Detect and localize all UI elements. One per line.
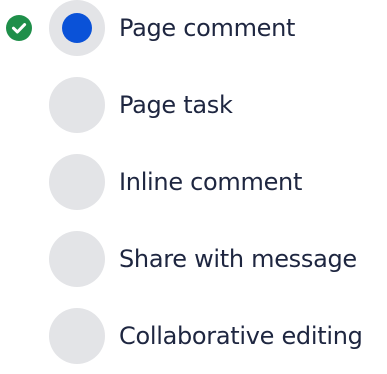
option-page-comment[interactable]: Page comment	[0, 0, 387, 66]
option-label: Collaborative editing	[119, 322, 363, 350]
notification-type-options: Page comment Page task Inline comment Sh…	[0, 0, 387, 364]
radio-button[interactable]	[49, 231, 105, 287]
option-label: Page task	[119, 91, 233, 119]
option-label: Share with message	[119, 245, 357, 273]
option-collaborative-editing[interactable]: Collaborative editing	[0, 298, 387, 374]
option-label: Page comment	[119, 14, 296, 42]
option-inline-comment[interactable]: Inline comment	[0, 144, 387, 220]
option-page-task[interactable]: Page task	[0, 67, 387, 143]
option-share-with-message[interactable]: Share with message	[0, 221, 387, 297]
check-circle-icon	[6, 15, 32, 41]
check-circle-icon-background	[6, 15, 32, 41]
radio-button[interactable]	[49, 0, 105, 56]
radio-selected-dot	[62, 13, 92, 43]
radio-button[interactable]	[49, 154, 105, 210]
radio-button[interactable]	[49, 77, 105, 133]
option-label: Inline comment	[119, 168, 303, 196]
